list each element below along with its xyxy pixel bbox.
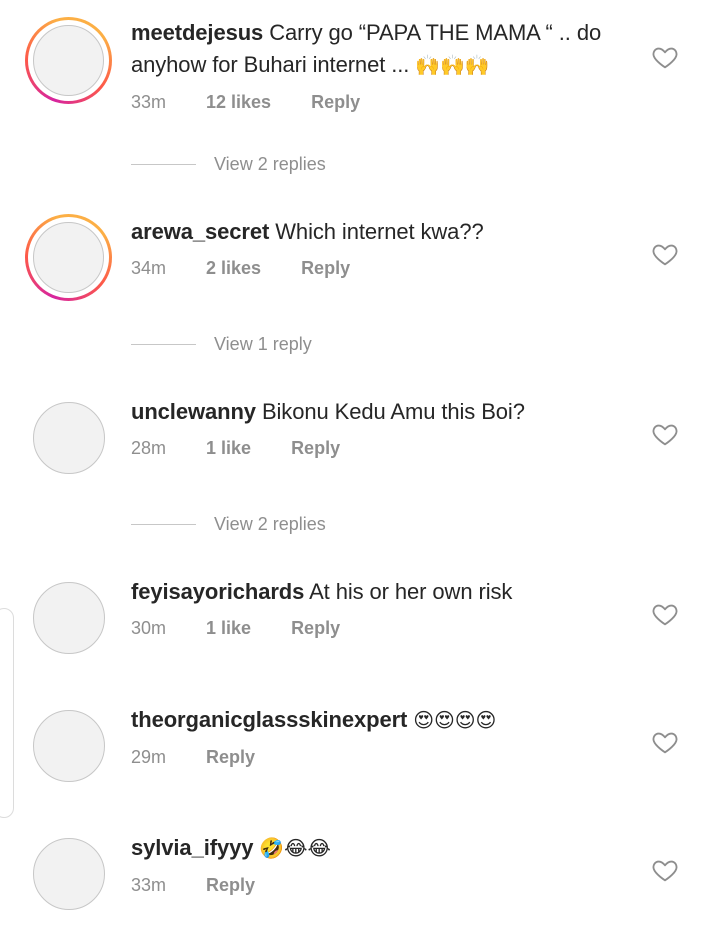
comment-meta: 33m 12 likes Reply [131,92,611,113]
comment-meta: 29m Reply [131,747,631,768]
comment-body: Bikonu Kedu Amu this Boi? [261,399,525,424]
avatar-image [33,222,104,293]
avatar[interactable] [25,214,112,301]
view-replies-line [131,343,196,346]
comment-meta: 30m 1 like Reply [131,618,631,639]
comment-time: 29m [131,747,167,767]
view-replies-label: View 1 reply [214,334,312,354]
comment-meta: 28m 1 like Reply [131,438,631,459]
comment-emoji: 🤣😂😂 [259,838,331,860]
comment-body: At his or her own risk [309,579,513,604]
avatar[interactable] [33,402,105,474]
comment-text: sylvia_ifyyy 🤣😂😂 [131,832,631,865]
view-replies-line [131,163,196,166]
avatar[interactable] [33,710,105,782]
story-ring [25,214,112,301]
story-ring [25,17,112,104]
comment-username[interactable]: meetdejesus [131,20,263,45]
comment-likes[interactable]: 2 likes [206,258,261,279]
heart-outline-icon[interactable] [652,422,678,446]
comment-time: 33m [131,92,167,112]
view-replies-label: View 2 replies [214,154,326,174]
comment-body: Which internet kwa?? [275,219,484,244]
comment-text: arewa_secret Which internet kwa?? [131,216,631,248]
comment-username[interactable]: arewa_secret [131,219,269,244]
avatar-image [33,25,104,96]
comment-emoji: 🙌🙌🙌 [415,55,490,77]
side-panel-edge [0,608,14,818]
reply-button[interactable]: Reply [206,875,255,896]
avatar[interactable] [33,582,105,654]
comment-likes[interactable]: 12 likes [206,92,271,113]
comment-text: meetdejesus Carry go “PAPA THE MAMA “ ..… [131,17,611,82]
comment-username[interactable]: theorganicglassskinexpert [131,707,407,732]
comment-username[interactable]: unclewanny [131,399,256,424]
reply-button[interactable]: Reply [301,258,350,279]
comment-meta: 34m 2 likes Reply [131,258,631,279]
comment-time: 30m [131,618,167,638]
comment-time: 28m [131,438,167,458]
reply-button[interactable]: Reply [291,438,340,459]
comment-text: feyisayorichards At his or her own risk [131,576,631,608]
view-replies-button[interactable]: View 2 replies [131,154,431,175]
comment-emoji: 😍😍😍😍 [413,710,497,732]
view-replies-button[interactable]: View 2 replies [131,514,431,535]
comment-time: 34m [131,258,167,278]
comment-username[interactable]: feyisayorichards [131,579,304,604]
comment-text: theorganicglassskinexpert 😍😍😍😍 [131,704,631,737]
view-replies-line [131,523,196,526]
heart-outline-icon[interactable] [652,730,678,754]
heart-outline-icon[interactable] [652,858,678,882]
comment-text: unclewanny Bikonu Kedu Amu this Boi? [131,396,631,428]
reply-button[interactable]: Reply [291,618,340,639]
comments-feed: meetdejesus Carry go “PAPA THE MAMA “ ..… [0,0,720,948]
comment-time: 33m [131,875,167,895]
view-replies-label: View 2 replies [214,514,326,534]
heart-outline-icon[interactable] [652,242,678,266]
avatar[interactable] [33,838,105,910]
view-replies-button[interactable]: View 1 reply [131,334,431,355]
heart-outline-icon[interactable] [652,45,678,69]
avatar[interactable] [25,17,112,104]
comment-meta: 33m Reply [131,875,631,896]
reply-button[interactable]: Reply [206,747,255,768]
reply-button[interactable]: Reply [311,92,360,113]
heart-outline-icon[interactable] [652,602,678,626]
comment-likes[interactable]: 1 like [206,618,251,639]
comment-likes[interactable]: 1 like [206,438,251,459]
comment-username[interactable]: sylvia_ifyyy [131,835,253,860]
